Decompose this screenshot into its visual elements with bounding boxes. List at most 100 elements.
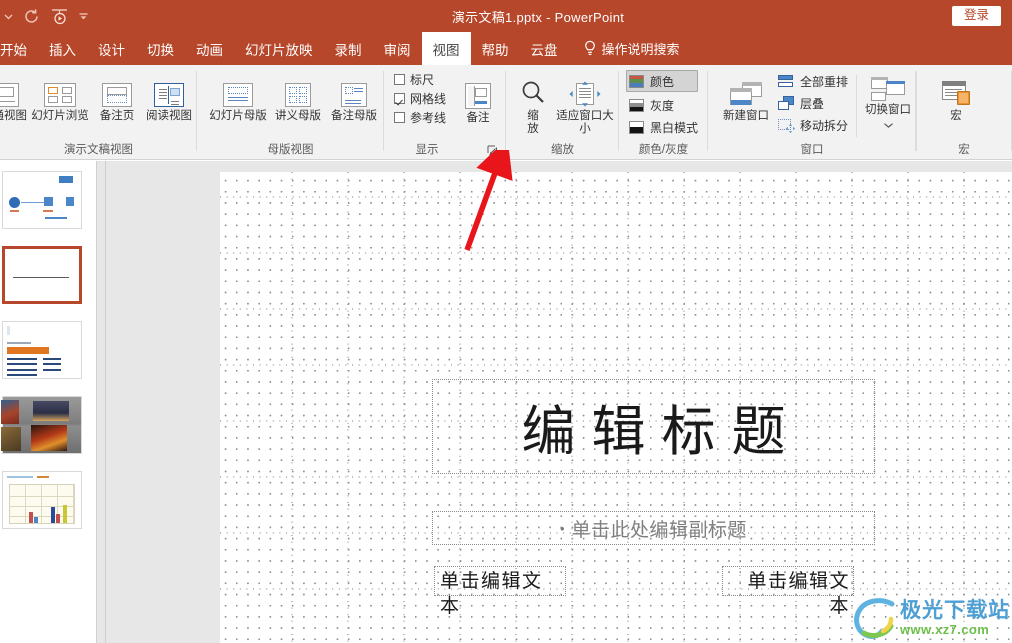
checkbox-gridlines-label: 网格线	[410, 92, 447, 106]
button-notes-master[interactable]: 备注母版	[325, 67, 383, 123]
tab-home[interactable]: 开始	[0, 32, 38, 65]
textbox-right-text: 单击编辑文本	[747, 571, 850, 617]
option-grayscale[interactable]: 灰度	[626, 94, 698, 116]
macro-icon	[940, 67, 972, 107]
thumbnail-pane-divider	[96, 161, 97, 643]
ribbon-group-show-label: 显示	[415, 144, 439, 156]
aurora-logo-icon	[854, 598, 895, 639]
checkbox-ruler-box[interactable]	[394, 74, 405, 85]
slide-thumbnail-4[interactable]	[1, 396, 82, 454]
tab-slideshow[interactable]: 幻灯片放映	[234, 32, 324, 65]
slide-editing-surface[interactable]: 编辑标题 • 单击此处编辑副标题 单击编辑文本 单击编辑文本 极光下载站 www…	[220, 172, 1012, 643]
button-cascade-label: 层叠	[800, 96, 825, 111]
subtitle-placeholder[interactable]: • 单击此处编辑副标题	[432, 511, 875, 545]
button-zoom-label: 缩放	[527, 110, 539, 135]
switch-windows-icon	[871, 67, 905, 101]
ribbon-group-window-label: 窗口	[800, 144, 824, 156]
button-zoom[interactable]: 缩放	[512, 67, 554, 136]
tab-help[interactable]: 帮助	[471, 32, 520, 65]
button-new-window[interactable]: 新建窗口	[714, 67, 778, 123]
bullet-icon: •	[559, 520, 565, 536]
checkbox-guides[interactable]: 参考线	[394, 108, 446, 127]
title-placeholder[interactable]: 编辑标题	[432, 379, 875, 474]
slide-thumbnail-2[interactable]	[2, 246, 82, 304]
subtitle-placeholder-text: 单击此处编辑副标题	[571, 519, 748, 541]
textbox-right[interactable]: 单击编辑文本	[722, 566, 854, 617]
tab-cloud-disk[interactable]: 云盘	[520, 32, 569, 65]
button-normal-view-label: 普通视图	[0, 110, 27, 122]
button-move-split[interactable]: 移动拆分	[778, 114, 848, 136]
checkbox-gridlines-box[interactable]	[394, 93, 405, 104]
watermark-main-text: 极光下载站	[900, 599, 1010, 622]
button-switch-windows[interactable]: 切换窗口	[860, 67, 916, 134]
pane-splitter[interactable]	[105, 161, 106, 643]
chevron-down-icon[interactable]	[883, 116, 894, 134]
slide-thumbnail-5[interactable]	[2, 471, 82, 529]
new-window-icon	[729, 67, 763, 107]
ribbon: 普通视图 幻灯片浏览	[0, 65, 1012, 160]
watermark-sub-text: www.xz7.com	[900, 622, 990, 637]
textbox-left[interactable]: 单击编辑文本	[434, 566, 566, 617]
button-fit-to-window[interactable]: 适应窗口大小	[554, 67, 616, 136]
move-split-icon	[778, 118, 795, 133]
button-slide-master[interactable]: 幻灯片母版	[205, 67, 271, 123]
button-notes-pane[interactable]: 备注	[456, 69, 500, 125]
ribbon-group-master-views: 幻灯片母版 讲义母版 备注母版 母版视图	[197, 65, 384, 160]
button-macro[interactable]: 宏	[936, 67, 976, 123]
tab-record[interactable]: 录制	[324, 32, 373, 65]
button-cascade[interactable]: 层叠	[778, 92, 848, 114]
slide-thumbnail-pane[interactable]	[0, 161, 96, 643]
slide-thumbnail-1[interactable]	[2, 171, 82, 229]
ribbon-group-window: 新建窗口 全部重排 层叠 移动拆分 切换窗口 窗口	[708, 65, 916, 160]
lightbulb-icon	[583, 40, 597, 57]
group-inner-separator	[856, 75, 857, 137]
reading-view-icon	[154, 67, 184, 107]
button-slide-sorter[interactable]: 幻灯片浏览	[28, 67, 92, 123]
checkbox-guides-label: 参考线	[410, 111, 447, 125]
tab-review[interactable]: 审阅	[373, 32, 422, 65]
option-blackwhite-label: 黑白模式	[650, 120, 699, 135]
tab-view[interactable]: 视图	[421, 32, 471, 65]
notes-page-icon	[102, 67, 132, 107]
button-handout-master-label: 讲义母版	[275, 110, 321, 122]
slide-sorter-icon	[44, 67, 76, 107]
checkbox-ruler-label: 标尺	[410, 73, 435, 87]
button-reading-view[interactable]: 阅读视图	[140, 67, 198, 123]
checkbox-gridlines[interactable]: 网格线	[394, 89, 446, 108]
button-arrange-all[interactable]: 全部重排	[778, 70, 848, 92]
start-slideshow-icon[interactable]	[46, 3, 72, 29]
ribbon-group-zoom-label: 缩放	[551, 144, 574, 156]
tab-insert[interactable]: 插入	[38, 32, 87, 65]
login-button[interactable]: 登录	[951, 5, 1001, 27]
show-dialog-launcher[interactable]	[487, 144, 500, 157]
tab-design[interactable]: 设计	[87, 32, 136, 65]
option-grayscale-label: 灰度	[650, 98, 675, 113]
ribbon-group-presentation-views-label: 演示文稿视图	[64, 144, 133, 156]
tell-me-search[interactable]: 操作说明搜索	[569, 32, 690, 65]
blackwhite-swatch-icon	[629, 120, 644, 134]
option-color[interactable]: 颜色	[626, 70, 699, 92]
ribbon-group-zoom: 缩放 适应窗口大小 缩放	[506, 65, 619, 160]
ribbon-group-show: 标尺 网格线 参考线 备注 显示	[384, 65, 506, 160]
document-title: 演示文稿1.pptx - PowerPoint	[451, 9, 625, 25]
button-notes-pane-label: 备注	[466, 112, 490, 124]
option-color-label: 颜色	[650, 74, 675, 89]
button-move-split-label: 移动拆分	[800, 118, 849, 133]
checkbox-guides-box[interactable]	[394, 112, 405, 123]
option-blackwhite[interactable]: 黑白模式	[626, 116, 698, 138]
button-handout-master[interactable]: 讲义母版	[269, 67, 327, 123]
autosave-chevron-icon[interactable]	[0, 3, 16, 29]
customize-qat-chevron-icon[interactable]	[74, 3, 92, 29]
button-notes-page[interactable]: 备注页	[92, 67, 142, 123]
undo-icon[interactable]	[18, 3, 44, 29]
tell-me-label: 操作说明搜索	[601, 42, 680, 57]
tab-animations[interactable]: 动画	[185, 32, 234, 65]
slide-thumbnail-3[interactable]	[2, 321, 82, 379]
ribbon-group-color-grayscale: 颜色 灰度 黑白模式 颜色/灰度	[619, 65, 708, 160]
color-swatch-icon	[629, 74, 644, 88]
ribbon-group-color-grayscale-label: 颜色/灰度	[638, 144, 689, 156]
checkbox-ruler[interactable]: 标尺	[394, 70, 446, 89]
slide-master-icon	[223, 67, 253, 107]
button-fit-to-window-label: 适应窗口大小	[556, 110, 614, 135]
tab-transitions[interactable]: 切换	[136, 32, 185, 65]
